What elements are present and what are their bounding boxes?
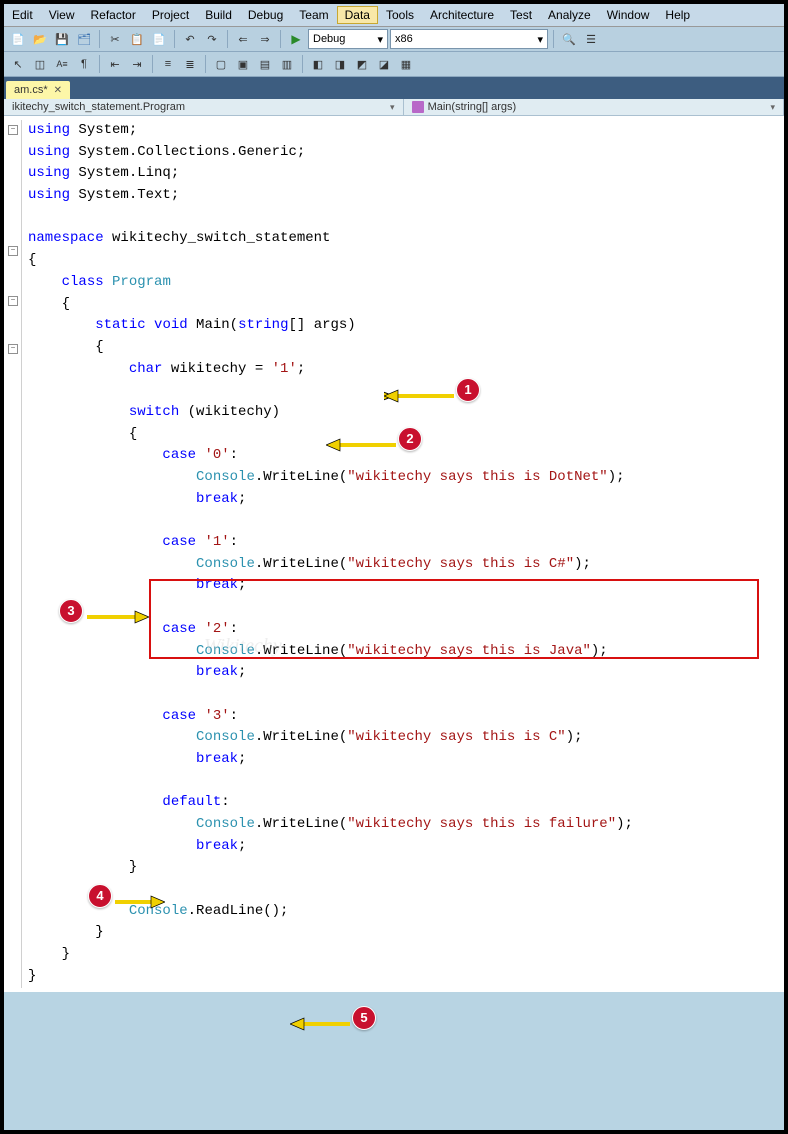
annotation-4: 4 — [88, 884, 112, 908]
breadcrumb: ikitechy_switch_statement.Program ▾ Main… — [4, 99, 784, 116]
comment-icon[interactable]: ≡ — [158, 54, 178, 74]
misc2-icon[interactable]: ◨ — [330, 54, 350, 74]
select-icon[interactable]: ◫ — [30, 54, 50, 74]
menu-team[interactable]: Team — [291, 6, 336, 24]
misc5-icon[interactable]: ▦ — [396, 54, 416, 74]
nav-forward-button[interactable]: ⇒ — [255, 29, 275, 49]
text-icon[interactable]: A≡ — [52, 54, 72, 74]
paste-button[interactable]: 📄 — [149, 29, 169, 49]
menu-debug[interactable]: Debug — [240, 6, 291, 24]
bookmark2-icon[interactable]: ▣ — [233, 54, 253, 74]
menu-window[interactable]: Window — [599, 6, 658, 24]
menu-tools[interactable]: Tools — [378, 6, 422, 24]
misc3-icon[interactable]: ◩ — [352, 54, 372, 74]
indent-icon[interactable]: ⇥ — [127, 54, 147, 74]
menu-refactor[interactable]: Refactor — [82, 6, 143, 24]
undo-button[interactable]: ↶ — [180, 29, 200, 49]
file-tab[interactable]: am.cs* ✕ — [6, 81, 70, 99]
bookmark3-icon[interactable]: ▤ — [255, 54, 275, 74]
chevron-down-icon: ▾ — [390, 102, 395, 113]
code-editor[interactable]: − − − − using System; using System.Colle… — [4, 116, 784, 992]
menu-analyze[interactable]: Analyze — [540, 6, 599, 24]
find-button[interactable]: 🔍 — [559, 29, 579, 49]
misc1-icon[interactable]: ◧ — [308, 54, 328, 74]
close-icon[interactable]: ✕ — [54, 85, 62, 96]
toolbar-editor: ↖ ◫ A≡ ¶ ⇤ ⇥ ≡ ≣ ▢ ▣ ▤ ▥ ◧ ◨ ◩ ◪ ▦ — [4, 52, 784, 77]
menu-project[interactable]: Project — [144, 6, 197, 24]
tab-filename: am.cs* — [14, 84, 48, 96]
properties-button[interactable]: ☰ — [581, 29, 601, 49]
breadcrumb-namespace[interactable]: ikitechy_switch_statement.Program ▾ — [4, 99, 404, 115]
menu-test[interactable]: Test — [502, 6, 540, 24]
pointer-icon[interactable]: ↖ — [8, 54, 28, 74]
breadcrumb-method[interactable]: Main(string[] args) ▾ — [404, 99, 784, 115]
toolbar-main: 📄 📂 💾 🗂 ✂ 📋 📄 ↶ ↷ ⇐ ⇒ ▶ Debug▾ x86▾ 🔍 ☰ — [4, 27, 784, 52]
annotation-3: 3 — [59, 599, 83, 623]
tabs-bar: am.cs* ✕ — [4, 77, 784, 99]
redo-button[interactable]: ↷ — [202, 29, 222, 49]
nav-back-button[interactable]: ⇐ — [233, 29, 253, 49]
annotation-1: 1 — [456, 378, 480, 402]
config-dropdown[interactable]: Debug▾ — [308, 29, 388, 49]
copy-button[interactable]: 📋 — [127, 29, 147, 49]
menu-data[interactable]: Data — [337, 6, 378, 24]
menu-help[interactable]: Help — [657, 6, 698, 24]
menu-build[interactable]: Build — [197, 6, 240, 24]
bookmark-icon[interactable]: ▢ — [211, 54, 231, 74]
menu-view[interactable]: View — [41, 6, 83, 24]
menu-architecture[interactable]: Architecture — [422, 6, 502, 24]
save-button[interactable]: 💾 — [52, 29, 72, 49]
format-icon[interactable]: ¶ — [74, 54, 94, 74]
menu-edit[interactable]: Edit — [4, 6, 41, 24]
uncomment-icon[interactable]: ≣ — [180, 54, 200, 74]
method-label: Main(string[] args) — [428, 101, 517, 113]
platform-dropdown[interactable]: x86▾ — [390, 29, 548, 49]
save-all-button[interactable]: 🗂 — [74, 29, 94, 49]
method-icon — [412, 101, 424, 113]
arrow-icon — [290, 1015, 350, 1033]
start-debug-button[interactable]: ▶ — [286, 29, 306, 49]
misc4-icon[interactable]: ◪ — [374, 54, 394, 74]
menu-bar: Edit View Refactor Project Build Debug T… — [4, 4, 784, 27]
cut-button[interactable]: ✂ — [105, 29, 125, 49]
namespace-label: ikitechy_switch_statement.Program — [12, 101, 185, 113]
open-button[interactable]: 📂 — [30, 29, 50, 49]
chevron-down-icon: ▾ — [770, 102, 775, 113]
outdent-icon[interactable]: ⇤ — [105, 54, 125, 74]
new-button[interactable]: 📄 — [8, 29, 28, 49]
bookmark4-icon[interactable]: ▥ — [277, 54, 297, 74]
annotation-2: 2 — [398, 427, 422, 451]
annotation-5: 5 — [352, 1006, 376, 1030]
